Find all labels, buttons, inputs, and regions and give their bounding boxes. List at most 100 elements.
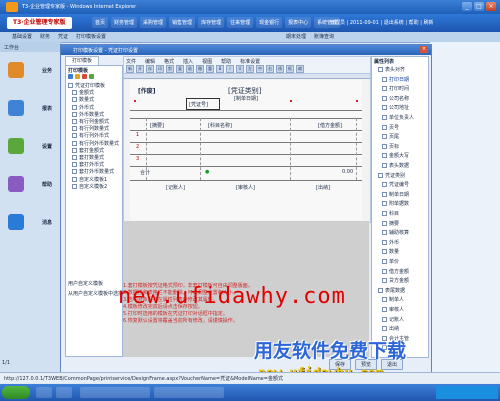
property-checkbox[interactable] [378,287,383,293]
template-tree-item[interactable]: 套打外币数量式 [68,168,124,175]
delete-template-icon[interactable] [82,74,87,79]
property-item[interactable]: 打印时间 [382,85,409,92]
toolbar-tool-icon[interactable]: 撤 [196,65,204,73]
property-item[interactable]: 贷方金额 [382,277,409,284]
toolbar-tool-icon[interactable]: B [216,65,224,73]
toolbar-tool-icon[interactable]: 中 [256,65,264,73]
nav-item-reports[interactable]: 报表 [8,100,56,118]
toolbar-tool-icon[interactable]: 框 [286,65,294,73]
property-checkbox[interactable] [382,249,387,255]
toolbar-tool-icon[interactable]: 复 [176,65,184,73]
property-item[interactable]: 科目 [382,210,399,217]
template-tree-item[interactable]: 有行列外币数量式 [68,140,124,147]
property-item[interactable]: 凭证编号 [382,181,409,188]
start-button[interactable] [2,386,30,399]
template-tree-item[interactable]: 有行列金额式 [68,118,124,125]
template-tree-item[interactable]: 凭证打印模板 [68,82,120,89]
property-item[interactable]: 表头数据 [382,162,409,169]
toolbar-tool-icon[interactable]: 剪 [166,65,174,73]
designer-menu-item[interactable]: 标准设置 [240,58,260,65]
menu-item[interactable]: 销售管理 [169,17,196,28]
menu-item[interactable]: 报表中心 [285,17,312,28]
toolbar-tool-icon[interactable]: 新 [126,65,134,73]
property-checkbox[interactable] [382,105,387,111]
property-item[interactable]: 金额大写 [382,152,409,159]
toolbar-tool-icon[interactable]: 缩 [296,65,304,73]
property-checkbox[interactable] [382,259,387,264]
property-checkbox[interactable] [382,326,387,332]
property-item[interactable]: 制单日期 [382,191,409,198]
nav-item-messages[interactable]: 消息 [8,214,56,232]
subbar-right-item[interactable]: 期末处理 [286,33,306,40]
toolbar-tool-icon[interactable]: I [226,65,234,73]
property-checkbox[interactable] [378,67,383,72]
property-item[interactable]: 页尾 [382,133,399,140]
template-tree-item[interactable]: 有行列外币式 [68,132,124,139]
nav-item-settings[interactable]: 设置 [8,138,56,156]
voucher-sheet[interactable]: [作废] [凭证类别] [制单日期] [凭证号] [摘要] [科目名称] [借方… [130,80,362,220]
property-item[interactable]: 借方金额 [382,268,409,275]
property-checkbox[interactable] [382,182,387,188]
property-checkbox[interactable] [382,163,387,168]
template-tree-item[interactable]: 自定义模板1 [68,176,124,183]
property-checkbox[interactable] [382,134,387,140]
property-checkbox[interactable] [382,124,387,130]
subbar-tab[interactable]: 打印模板设置 [76,33,106,40]
property-item[interactable]: 审核人 [382,306,404,313]
toolbar-tool-icon[interactable]: 重 [206,65,214,73]
toolbar-tool-icon[interactable]: 印 [156,65,164,73]
property-item[interactable]: 摘要 [382,220,399,227]
account-header[interactable]: [科目名称] [208,122,232,129]
tab-print-template[interactable]: 打印模板 [65,56,100,65]
property-item[interactable]: 制单人 [382,296,404,303]
subbar-tab[interactable]: 基础设置 [12,33,32,40]
template-tree-item[interactable]: 外币式 [68,104,124,111]
property-item[interactable]: 记账人 [382,316,404,323]
toolbar-tool-icon[interactable]: 右 [266,65,274,73]
subbar-tab[interactable]: 凭证 [58,33,68,40]
total-label[interactable]: 合计 [140,169,150,176]
amount-header[interactable]: [借方金额] [318,122,342,129]
property-item[interactable]: 出纳 [382,325,399,332]
property-item[interactable]: 页标 [382,143,399,150]
template-tree-item[interactable]: 外币数量式 [68,111,124,118]
property-item[interactable]: 数量 [382,248,399,255]
property-checkbox[interactable] [382,268,387,274]
property-checkbox[interactable] [382,230,387,236]
property-checkbox[interactable] [382,297,387,303]
taskbar-window-button[interactable] [80,387,150,398]
user-template-link[interactable]: 用户自定义模板 [68,280,120,287]
close-button[interactable]: × [486,2,496,11]
property-checkbox[interactable] [382,143,387,149]
template-tree-item[interactable]: 有行列数量式 [68,125,124,132]
property-item[interactable]: 单价 [382,258,399,265]
template-tree-item[interactable]: 金额式 [68,89,124,96]
designer-menu-item[interactable]: 格式 [164,58,174,65]
property-checkbox[interactable] [382,153,387,159]
property-item[interactable]: 辅助核算 [382,229,409,236]
property-checkbox[interactable] [382,86,387,92]
toolbar-tool-icon[interactable]: 存 [146,65,154,73]
property-item[interactable]: 表头对齐 [378,66,405,73]
menu-item[interactable]: 财务管理 [111,17,138,28]
designer-menu-item[interactable]: 插入 [183,58,193,65]
maximize-button[interactable]: □ [474,2,484,11]
new-template-icon[interactable] [68,74,73,79]
property-checkbox[interactable] [382,239,387,245]
property-item[interactable]: 公司名称 [382,95,409,102]
property-checkbox[interactable] [378,172,383,178]
designer-menu-item[interactable]: 编辑 [145,58,155,65]
toolbar-tool-icon[interactable]: U [236,65,244,73]
template-tree-item[interactable]: 数量式 [68,96,124,103]
designer-menu-item[interactable]: 帮助 [221,58,231,65]
toolbar-tool-icon[interactable]: 左 [246,65,254,73]
template-tree-item[interactable]: 套打外币式 [68,161,124,168]
property-checkbox[interactable] [382,191,387,197]
toolbar-tool-icon[interactable]: 开 [136,65,144,73]
voucher-date[interactable]: [制单日期] [234,95,258,102]
property-item[interactable]: 单位负责人 [382,114,414,121]
dialog-close-button[interactable]: × [420,46,428,53]
open-template-icon[interactable] [75,74,80,79]
property-checkbox[interactable] [382,220,387,226]
template-tree-item[interactable]: 套打数量式 [68,154,124,161]
